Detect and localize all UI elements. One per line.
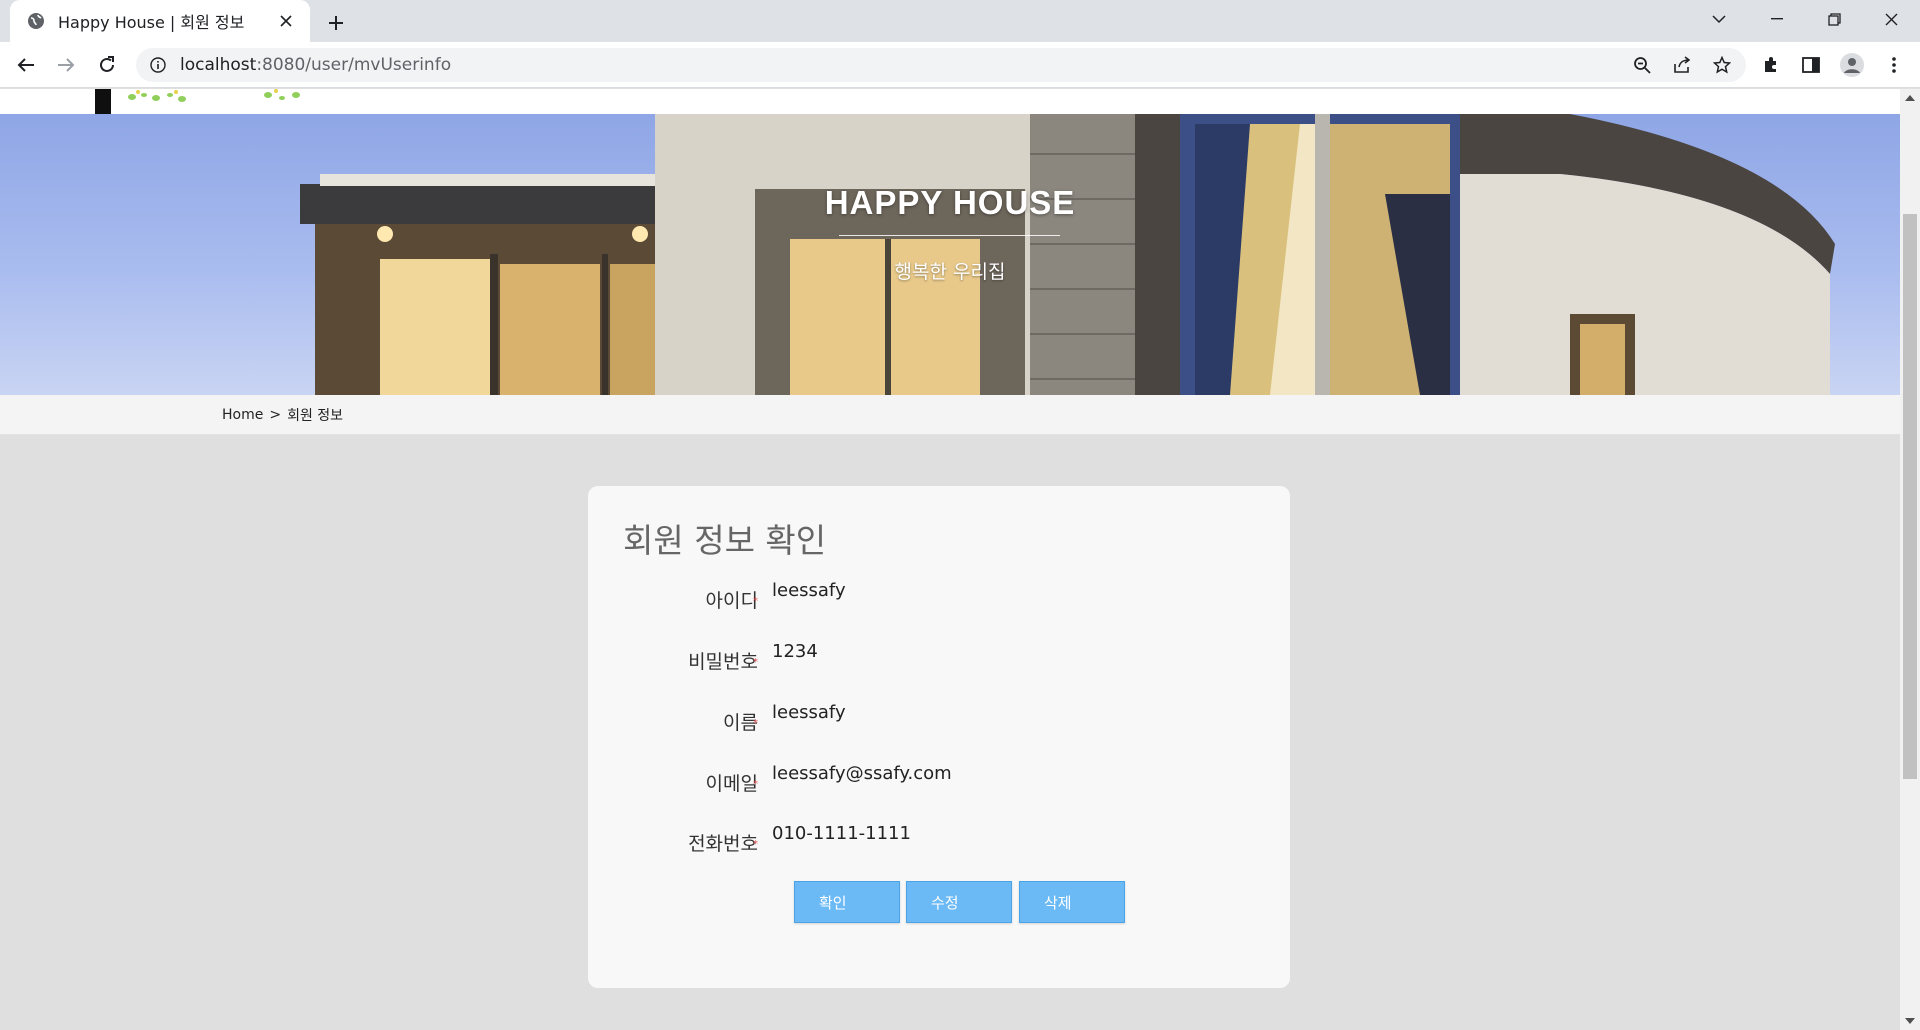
leaves-decoration-icon bbox=[128, 89, 300, 102]
field-row-name: 이름 * leessafy bbox=[588, 700, 1290, 740]
minimize-icon[interactable] bbox=[1748, 0, 1806, 38]
breadcrumb-current: 회원 정보 bbox=[287, 407, 344, 424]
scroll-down-arrow-icon[interactable] bbox=[1900, 1012, 1920, 1030]
close-window-icon[interactable] bbox=[1862, 0, 1920, 38]
url-text: localhost:8080/user/mvUserinfo bbox=[180, 55, 451, 75]
field-value: leessafy bbox=[772, 580, 846, 601]
breadcrumb-separator: > bbox=[269, 406, 282, 423]
share-icon[interactable] bbox=[1666, 49, 1698, 81]
required-mark: * bbox=[753, 657, 758, 668]
browser-tab[interactable]: Happy House | 회원 정보 bbox=[10, 0, 310, 42]
field-label: 아이디 bbox=[705, 590, 758, 612]
header-logo-strip bbox=[0, 89, 1900, 114]
user-info-card: 회원 정보 확인 아이디 * leessafy 비밀번호 * 1234 이름 *… bbox=[588, 486, 1290, 988]
required-mark: * bbox=[753, 779, 758, 790]
required-mark: * bbox=[753, 596, 758, 607]
page-title: 회원 정보 확인 bbox=[623, 521, 827, 560]
profile-avatar-icon[interactable] bbox=[1836, 49, 1868, 81]
field-row-phone: 전화번호 * 010-1111-1111 bbox=[588, 821, 1290, 861]
vertical-scrollbar[interactable] bbox=[1900, 89, 1920, 1030]
field-value: leessafy@ssafy.com bbox=[772, 763, 952, 784]
menu-kebab-icon[interactable] bbox=[1878, 49, 1910, 81]
extensions-puzzle-icon[interactable] bbox=[1755, 49, 1787, 81]
scroll-up-arrow-icon[interactable] bbox=[1900, 89, 1920, 107]
required-mark: * bbox=[753, 718, 758, 729]
breadcrumb: Home > 회원 정보 bbox=[0, 395, 1900, 435]
forward-arrow-icon[interactable] bbox=[50, 49, 82, 81]
field-value: 010-1111-1111 bbox=[772, 823, 911, 844]
field-label: 전화번호 bbox=[688, 833, 758, 855]
reload-icon[interactable] bbox=[91, 49, 123, 81]
field-value: 1234 bbox=[772, 641, 818, 662]
house-photo bbox=[300, 114, 1835, 395]
address-bar[interactable]: localhost:8080/user/mvUserinfo bbox=[136, 48, 1746, 82]
restore-icon[interactable] bbox=[1805, 0, 1863, 38]
new-tab-button[interactable] bbox=[322, 9, 350, 37]
field-value: leessafy bbox=[772, 702, 846, 723]
delete-button[interactable]: 삭제 bbox=[1019, 881, 1125, 923]
bookmark-star-icon[interactable] bbox=[1706, 49, 1738, 81]
page-viewport: HAPPY HOUSE 행복한 우리집 Home > 회원 정보 회원 정보 확… bbox=[0, 89, 1900, 1030]
field-label: 이메일 bbox=[705, 773, 758, 795]
url-host: localhost bbox=[180, 55, 257, 75]
edit-button[interactable]: 수정 bbox=[906, 881, 1012, 923]
back-arrow-icon[interactable] bbox=[10, 49, 42, 81]
hero-banner: HAPPY HOUSE 행복한 우리집 bbox=[0, 114, 1900, 395]
browser-tab-strip: Happy House | 회원 정보 bbox=[0, 0, 1920, 42]
side-panel-icon[interactable] bbox=[1795, 49, 1827, 81]
breadcrumb-home[interactable]: Home bbox=[222, 407, 263, 423]
info-icon[interactable] bbox=[148, 55, 168, 75]
browser-toolbar: localhost:8080/user/mvUserinfo bbox=[0, 42, 1920, 88]
hero-subtitle: 행복한 우리집 bbox=[894, 261, 1006, 283]
globe-icon bbox=[26, 11, 46, 31]
confirm-button[interactable]: 확인 bbox=[794, 881, 900, 923]
url-path: :8080/user/mvUserinfo bbox=[256, 55, 452, 75]
tab-title: Happy House | 회원 정보 bbox=[58, 13, 245, 32]
field-row-email: 이메일 * leessafy@ssafy.com bbox=[588, 761, 1290, 801]
required-mark: * bbox=[753, 839, 758, 850]
hero-divider bbox=[839, 235, 1060, 236]
tab-search-icon[interactable] bbox=[1690, 0, 1748, 38]
field-row-id: 아이디 * leessafy bbox=[588, 578, 1290, 618]
field-row-password: 비밀번호 * 1234 bbox=[588, 639, 1290, 679]
field-label: 비밀번호 bbox=[688, 651, 758, 673]
scroll-thumb[interactable] bbox=[1903, 214, 1917, 779]
zoom-out-icon[interactable] bbox=[1626, 49, 1658, 81]
hero-title: HAPPY HOUSE bbox=[824, 184, 1076, 221]
logo[interactable] bbox=[95, 89, 111, 114]
close-icon[interactable] bbox=[276, 11, 296, 31]
